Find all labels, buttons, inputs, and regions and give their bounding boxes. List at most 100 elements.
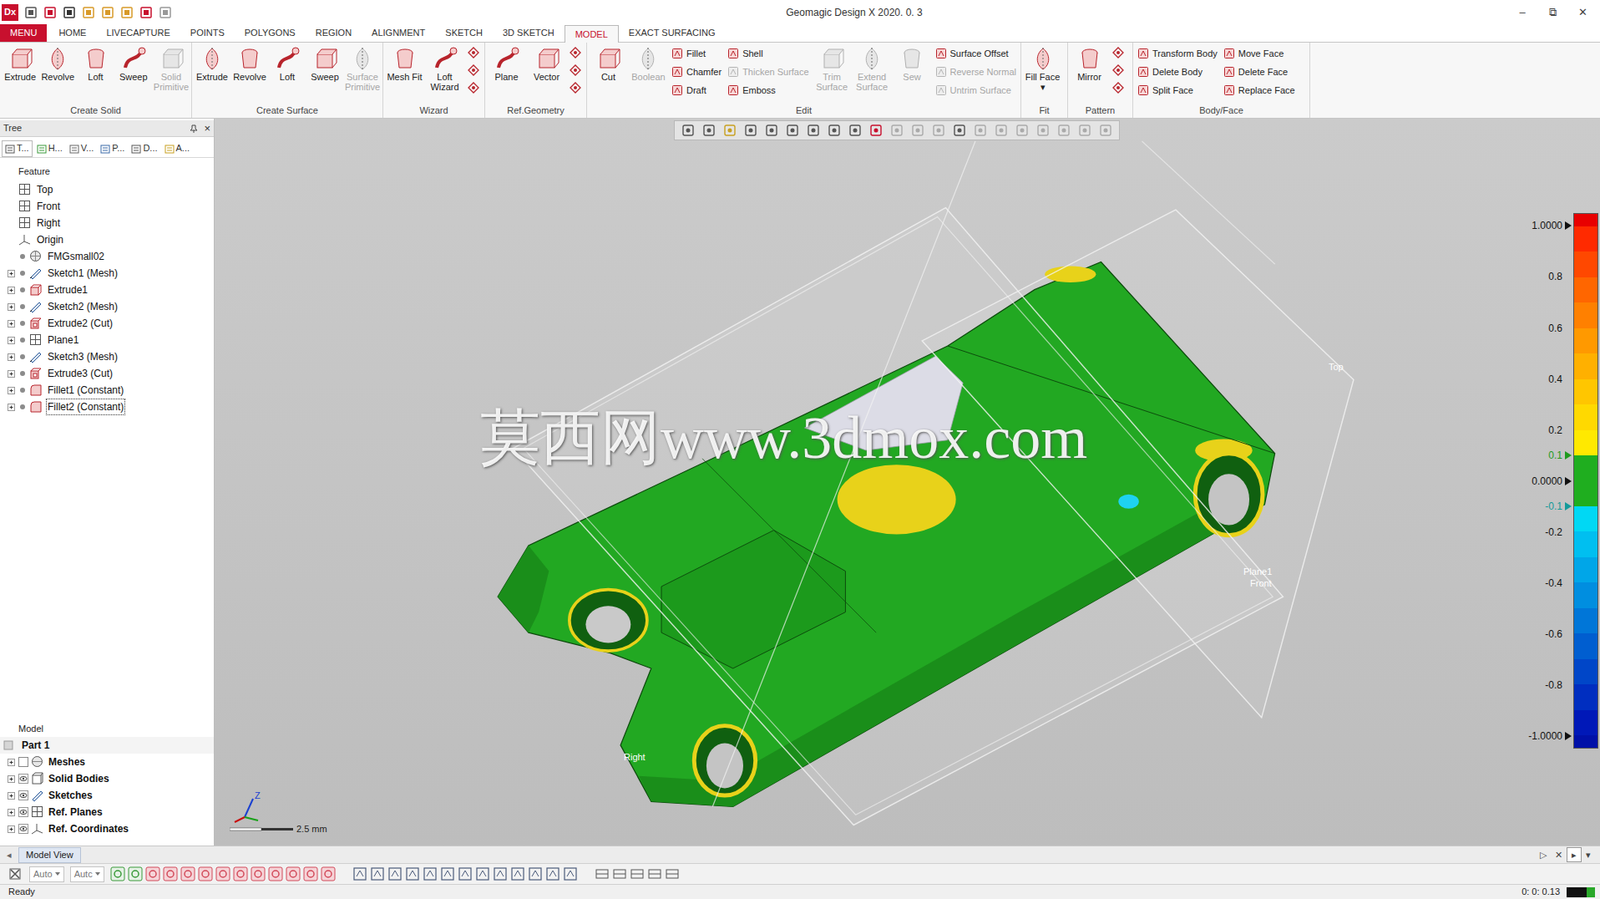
view-tool-icon[interactable] (721, 123, 739, 137)
tree-tab[interactable]: P... (97, 140, 127, 157)
quick-access-icon[interactable] (24, 5, 38, 20)
ribbon-button[interactable]: Plane (486, 44, 527, 82)
filter-dropdown[interactable]: Autc (70, 865, 105, 882)
tree-tab[interactable]: D... (128, 140, 160, 157)
expand-icon[interactable] (5, 825, 17, 833)
ribbon-button[interactable]: Cut (588, 44, 628, 82)
ribbon-small-button[interactable]: Delete Face (1223, 62, 1296, 82)
view-tab-nav-button[interactable]: ▾ (1581, 847, 1595, 862)
ribbon-tab[interactable]: LIVECAPTURE (96, 24, 180, 42)
selection-filter-icon[interactable] (145, 865, 161, 882)
ribbon-button[interactable]: Vector (526, 44, 567, 82)
view-tool-icon[interactable] (1055, 123, 1073, 137)
selection-filter-icon[interactable] (268, 865, 284, 882)
expand-icon[interactable] (5, 319, 17, 328)
eye-icon[interactable] (18, 806, 29, 817)
expand-icon[interactable] (5, 808, 17, 816)
model-render[interactable] (214, 118, 1600, 846)
quick-access-icon[interactable] (139, 5, 153, 20)
display-icon[interactable] (629, 865, 645, 882)
model-row[interactable]: Ref. Coordinates (5, 820, 214, 837)
select-icon[interactable] (8, 866, 22, 881)
view-tool-icon[interactable] (888, 123, 906, 137)
view-tool-icon[interactable] (867, 123, 885, 137)
display-icon[interactable] (647, 865, 663, 882)
model-view-tab[interactable]: Model View (18, 846, 82, 863)
tool-icon[interactable] (466, 81, 481, 95)
tree-tab[interactable]: A... (162, 140, 193, 157)
feature-row[interactable]: Fillet1 (Constant) (5, 381, 214, 399)
expand-icon[interactable] (5, 286, 17, 294)
selection-mode-icon[interactable] (527, 865, 543, 882)
view-tool-icon[interactable] (951, 123, 968, 137)
minimize-button[interactable]: – (1516, 4, 1529, 21)
model-viewport[interactable]: TopPlane1FrontRight莫西网www.3dmox.comZ2.5 … (214, 118, 1600, 846)
selection-filter-icon[interactable] (303, 865, 319, 882)
selection-mode-icon[interactable] (457, 865, 473, 882)
selection-mode-icon[interactable] (405, 865, 421, 882)
scroll-left-button[interactable]: ◂ (0, 847, 19, 862)
ribbon-small-button[interactable]: Split Face (1137, 81, 1218, 100)
feature-row[interactable]: FMGsmall02 (5, 248, 214, 265)
ribbon-button[interactable]: Loft (76, 44, 114, 82)
ribbon-button[interactable]: Fill Face ▾ (1022, 44, 1063, 92)
quick-access-icon[interactable] (120, 5, 134, 20)
close-button[interactable]: × (203, 122, 211, 134)
part-row[interactable]: Part 1 (0, 736, 214, 754)
feature-row[interactable]: Plane1 (5, 331, 214, 349)
ribbon-small-button[interactable]: Move Face (1223, 44, 1296, 63)
view-tool-icon[interactable] (805, 123, 822, 137)
selection-filter-icon[interactable] (232, 865, 249, 882)
ribbon-small-button[interactable]: Transform Body (1137, 44, 1218, 63)
ribbon-button[interactable]: Loft (268, 44, 306, 82)
selection-filter-icon[interactable] (215, 865, 231, 882)
ribbon-small-button[interactable]: Replace Face (1223, 81, 1296, 100)
checkbox-icon[interactable] (18, 756, 29, 767)
ribbon-button[interactable]: Mesh Fit (384, 44, 425, 82)
ribbon-tab[interactable]: SKETCH (435, 24, 493, 42)
feature-row[interactable]: Front (5, 197, 214, 215)
feature-row[interactable]: Extrude2 (Cut) (5, 314, 214, 332)
view-tool-icon[interactable] (742, 123, 760, 137)
feature-row[interactable]: Top (5, 181, 214, 198)
quick-access-icon[interactable] (43, 5, 57, 20)
expand-icon[interactable] (5, 791, 17, 800)
view-tab-nav-button[interactable]: ✕ (1550, 847, 1567, 862)
quick-access-icon[interactable] (81, 5, 96, 20)
view-tool-icon[interactable] (846, 123, 864, 137)
display-icon[interactable] (664, 865, 680, 882)
view-tool-icon[interactable] (1097, 123, 1114, 137)
app-logo[interactable]: Dx (1, 4, 19, 21)
ribbon-button[interactable]: Revolve (39, 44, 76, 82)
view-tool-icon[interactable] (1013, 123, 1031, 137)
feature-row[interactable]: Right (5, 214, 214, 232)
selection-filter-icon[interactable] (285, 865, 301, 882)
expand-icon[interactable] (5, 403, 17, 411)
expand-icon[interactable] (5, 758, 17, 766)
eye-icon[interactable] (18, 823, 29, 834)
model-row[interactable]: Solid Bodies (5, 769, 214, 787)
tool-icon[interactable] (466, 63, 481, 77)
selection-mode-icon[interactable] (387, 865, 403, 882)
ribbon-tab[interactable]: ALIGNMENT (361, 24, 436, 42)
expand-icon[interactable] (5, 303, 17, 311)
quick-access-icon[interactable] (158, 5, 173, 20)
view-tool-icon[interactable] (763, 123, 780, 137)
model-row[interactable]: Meshes (5, 753, 214, 770)
quick-access-icon[interactable] (62, 5, 76, 20)
ribbon-small-button[interactable]: Chamfer (671, 62, 722, 82)
feature-row[interactable]: Sketch2 (Mesh) (5, 298, 214, 315)
expand-icon[interactable] (5, 386, 17, 395)
expand-icon[interactable] (5, 774, 17, 783)
view-tool-icon[interactable] (784, 123, 801, 137)
tool-icon[interactable] (568, 45, 583, 60)
ribbon-button[interactable]: Loft Wizard (425, 44, 465, 92)
ribbon-small-button[interactable]: Emboss (727, 81, 809, 100)
quick-access-icon[interactable] (101, 5, 115, 20)
selection-filter-icon[interactable] (180, 865, 196, 882)
ribbon-button[interactable]: Revolve (231, 44, 269, 82)
selection-mode-icon[interactable] (369, 865, 385, 882)
selection-mode-icon[interactable] (475, 865, 491, 882)
ribbon-tab[interactable]: HOME (48, 24, 97, 42)
selection-mode-icon[interactable] (492, 865, 508, 882)
